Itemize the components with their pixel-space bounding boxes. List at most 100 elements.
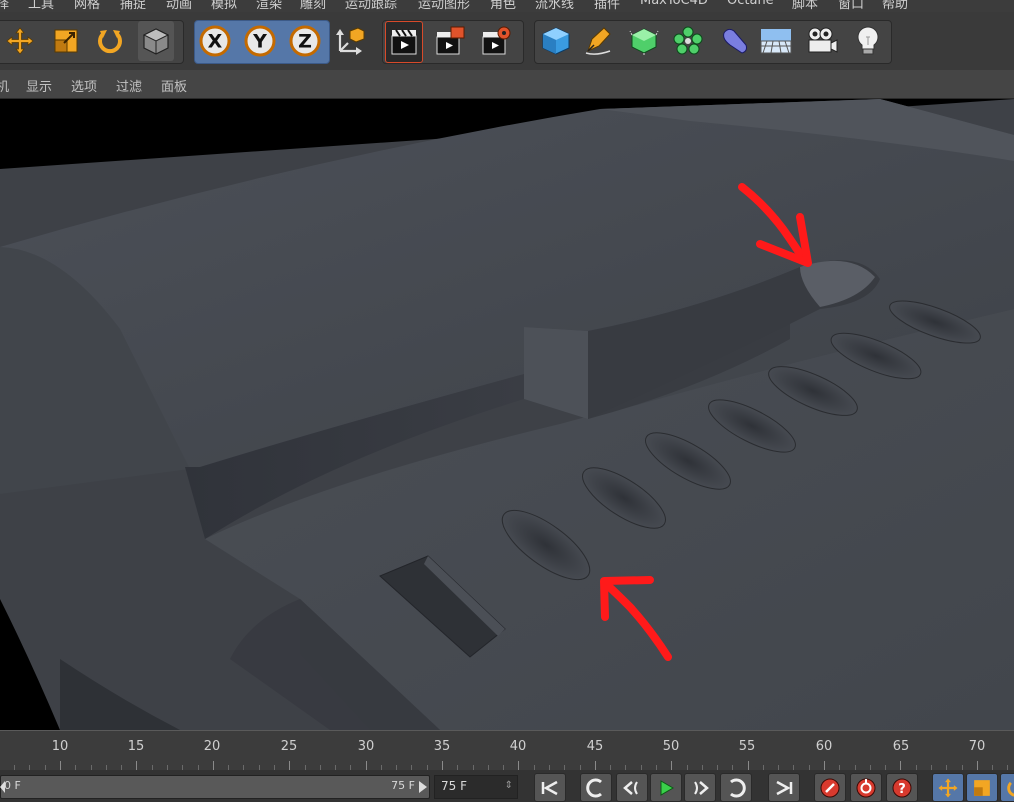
menu-item-render[interactable]: 渲染 (256, 0, 282, 12)
render-settings-button[interactable] (478, 21, 514, 61)
frame-tick-label: 35 (433, 739, 451, 754)
question-key-icon: ? (892, 778, 912, 797)
object-mode-button[interactable] (138, 21, 174, 61)
render-to-picture-viewer-button[interactable] (432, 21, 468, 61)
viewport-menu-display[interactable]: 显示 (26, 76, 52, 95)
next-frame-icon (694, 780, 709, 795)
end-frame-value: 75 F (441, 779, 467, 793)
render-view-button[interactable] (385, 21, 423, 63)
viewport-menu-camera[interactable]: 机 (0, 76, 9, 95)
frame-tick-label: 65 (892, 739, 910, 754)
y-axis-icon: Y (244, 25, 276, 57)
scale-tool-button[interactable] (48, 21, 84, 61)
next-frame-button[interactable] (684, 773, 716, 802)
key-record-icon (820, 778, 840, 797)
object-mode-icon (142, 28, 170, 55)
viewport-menu-options[interactable]: 选项 (71, 76, 97, 95)
render-settings-icon (482, 26, 511, 55)
frame-tick-label: 25 (280, 739, 298, 754)
render-to-picture-viewer-icon (436, 26, 465, 55)
end-frame-field[interactable]: 75 F ⇕ (434, 775, 518, 799)
light-icon (857, 26, 879, 55)
pen-button[interactable] (580, 21, 616, 61)
world-coordinates-icon (336, 27, 365, 55)
range-end-handle[interactable] (419, 781, 427, 793)
3d-viewport[interactable] (0, 99, 1014, 730)
menu-item-script[interactable]: 脚本 (792, 0, 818, 12)
camera-button[interactable] (804, 21, 840, 61)
frame-range-slider[interactable]: 0 F 75 F (0, 775, 430, 799)
y-axis-label: Y (252, 31, 267, 53)
menu-item-sculpt[interactable]: 雕刻 (300, 0, 326, 12)
z-axis-lock-button[interactable]: Z (287, 21, 323, 61)
frame-tick-label: 55 (738, 739, 756, 754)
go-to-end-button[interactable] (768, 773, 800, 802)
timeline-ruler[interactable]: 10 15 20 25 30 35 40 45 50 55 60 65 70 (0, 730, 1014, 771)
autokeying-button[interactable] (850, 773, 882, 802)
keyframe-selection-button[interactable]: ? (886, 773, 918, 802)
next-key-icon (730, 778, 746, 797)
menu-item-simulate[interactable]: 模拟 (211, 0, 237, 12)
world-coordinates-button[interactable] (332, 21, 368, 61)
move-tool-button[interactable] (2, 21, 38, 61)
menu-item-plugins[interactable]: 插件 (594, 0, 620, 12)
menu-item-motion-tracking[interactable]: 运动跟踪 (345, 0, 397, 12)
transport-bar: 0 F 75 F 75 F ⇕ ? (0, 770, 1014, 802)
menu-item-tools[interactable]: 工具 (28, 0, 54, 12)
menu-item-mograph[interactable]: 运动图形 (418, 0, 470, 12)
x-axis-icon: X (199, 25, 231, 57)
menu-item-window[interactable]: 窗口 (838, 0, 864, 12)
previous-key-icon (586, 778, 602, 797)
key-scale-toggle[interactable] (966, 773, 998, 802)
go-to-end-icon (776, 780, 793, 795)
frame-tick-label: 70 (968, 739, 986, 754)
light-button[interactable] (850, 21, 886, 61)
main-toolbar: X Y Z (0, 12, 1014, 70)
previous-key-button[interactable] (580, 773, 612, 802)
frame-tick-label: 40 (509, 739, 527, 754)
previous-frame-button[interactable] (616, 773, 648, 802)
x-axis-lock-button[interactable]: X (197, 21, 233, 61)
key-position-toggle[interactable] (932, 773, 964, 802)
move-icon (6, 27, 34, 55)
camera-icon (808, 27, 838, 53)
menu-item-mesh[interactable]: 网格 (74, 0, 100, 12)
subdivision-surface-button[interactable] (626, 21, 662, 61)
floor-button[interactable] (758, 21, 794, 61)
move-icon (938, 777, 958, 798)
play-button[interactable] (650, 773, 682, 802)
menu-item-help[interactable]: 帮助 (882, 0, 908, 12)
menu-item-maxtoc4d[interactable]: MaxToC4D (640, 0, 708, 8)
floor-icon (760, 29, 792, 54)
subdivision-surface-icon (629, 28, 659, 56)
menu-item-select[interactable]: 择 (0, 0, 9, 12)
menu-item-octane[interactable]: Octane (727, 0, 774, 8)
record-active-objects-button[interactable] (814, 773, 846, 802)
go-to-start-button[interactable] (534, 773, 566, 802)
viewport-menu-panel[interactable]: 面板 (161, 76, 187, 95)
menu-item-snap[interactable]: 捕捉 (120, 0, 146, 12)
scale-icon (54, 29, 78, 53)
key-rotation-toggle[interactable] (1000, 773, 1014, 802)
bend-deformer-button[interactable] (716, 21, 752, 61)
cube-button[interactable] (538, 21, 574, 61)
main-menubar: 择 工具 网格 捕捉 动画 模拟 渲染 雕刻 运动跟踪 运动图形 角色 流水线 … (0, 0, 1014, 12)
autokey-icon (856, 778, 876, 797)
stepper-icon[interactable]: ⇕ (505, 780, 513, 791)
range-start-label: 0 F (4, 779, 21, 792)
next-key-button[interactable] (720, 773, 752, 802)
z-axis-label: Z (298, 31, 312, 53)
play-icon (660, 779, 674, 796)
render-view-icon (391, 29, 417, 55)
menu-item-animate[interactable]: 动画 (166, 0, 192, 12)
scale-icon (974, 779, 990, 796)
viewport-menu-filter[interactable]: 过滤 (116, 76, 142, 95)
viewport-menubar: 机 显示 选项 过滤 面板 (0, 70, 1014, 99)
cube-icon (542, 27, 570, 55)
cloner-button[interactable] (670, 21, 706, 61)
menu-item-pipeline[interactable]: 流水线 (535, 0, 574, 12)
y-axis-lock-button[interactable]: Y (242, 21, 278, 61)
svg-text:?: ? (898, 782, 906, 797)
menu-item-character[interactable]: 角色 (490, 0, 516, 12)
rotate-tool-button[interactable] (92, 21, 128, 61)
